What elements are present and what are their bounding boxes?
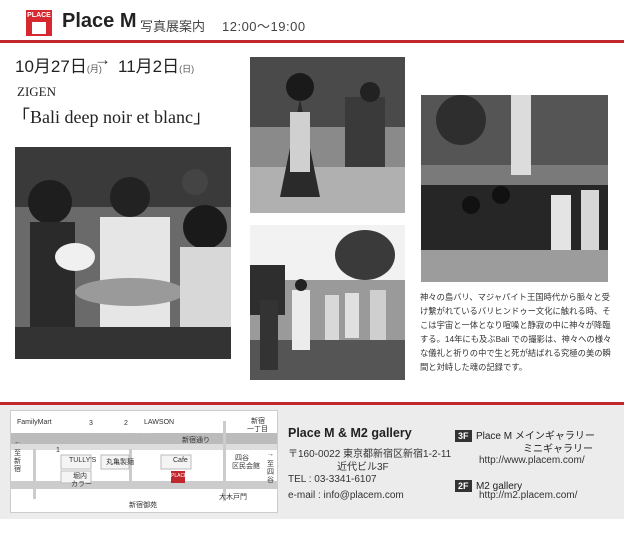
map-cafe: Cafe [173,457,188,464]
date-to-main: 11月2日 [118,57,180,76]
exhibition-title: 「Bali deep noir et blanc」 [12,107,211,127]
photo-ritual-crowd [421,95,608,282]
date-from: 10月27日(月) [15,52,102,77]
floor-badge-2f: 2F [455,480,472,492]
map-west-arrow: ← [14,439,21,446]
map-exit-2: 2 [124,420,128,427]
gallery-name: Place M & M2 gallery [288,424,412,442]
telephone: TEL : 03-3341-6107 [288,474,377,485]
logo-text: PLACE [27,12,51,19]
date-to: 11月2日(日) [118,52,194,77]
map-east-3: 谷 [267,477,274,484]
brand-name: Place M [62,10,137,32]
map-marugame: 丸亀製麺 [106,459,134,466]
map-gyoen: 新宿御苑 [129,502,157,509]
email: e-mail : info@placem.com [288,490,404,501]
artist-name: ZIGEN [17,84,56,99]
map-east-arrow: → [267,451,274,458]
map-curry-2: カラー [71,481,92,488]
map-exit-3: 3 [89,420,93,427]
exhibition-description: 神々の島バリ、マジャパイト王国時代から脈々と受け繋がれているバリヒンドゥー文化に… [420,292,612,372]
gallery-3f-url[interactable]: http://www.placem.com/ [479,455,585,466]
map-place-m-logo: PLACE [171,473,188,479]
gallery-name-text: Place M & M2 gallery [288,426,412,440]
map-tullys: TULLY'S [69,457,97,464]
map-yotsuya-2: 区民会館 [232,463,260,470]
address-line-2: 近代ビル3F [337,462,389,473]
map-shinjuku-dori: 新宿通り [182,437,210,444]
map-shinjuku-2: 一丁目 [247,426,268,433]
top-divider [0,40,624,43]
photo-procession [250,225,405,380]
map-familymart: FamilyMart [17,419,52,426]
map-station: 丸ノ内線 新宿御苑前 [87,427,152,434]
opening-hours: 12:00〜19:00 [222,19,306,34]
floor-badge-3f: 3F [455,430,472,442]
photo-dancer [250,57,405,213]
date-from-main: 10月27日 [15,57,87,76]
date-to-day: (日) [179,64,195,74]
map-exit-1: 1 [56,447,60,454]
date-arrow: → [94,50,111,69]
access-map: FamilyMart LAWSON 新宿 一丁目 丸ノ内線 新宿御苑前 新宿通り… [10,410,278,513]
map-okido: 大木戸門 [219,494,247,501]
header-subtitle: 写真展案内 [140,19,206,34]
map-west-3: 宿 [14,466,21,473]
place-m-logo: PLACE [26,10,52,36]
gallery-2f-url[interactable]: http://m2.placem.com/ [479,490,577,501]
photo-offering-ceremony [15,147,231,359]
gallery-3f-line2: ミニギャラリー [523,444,593,455]
